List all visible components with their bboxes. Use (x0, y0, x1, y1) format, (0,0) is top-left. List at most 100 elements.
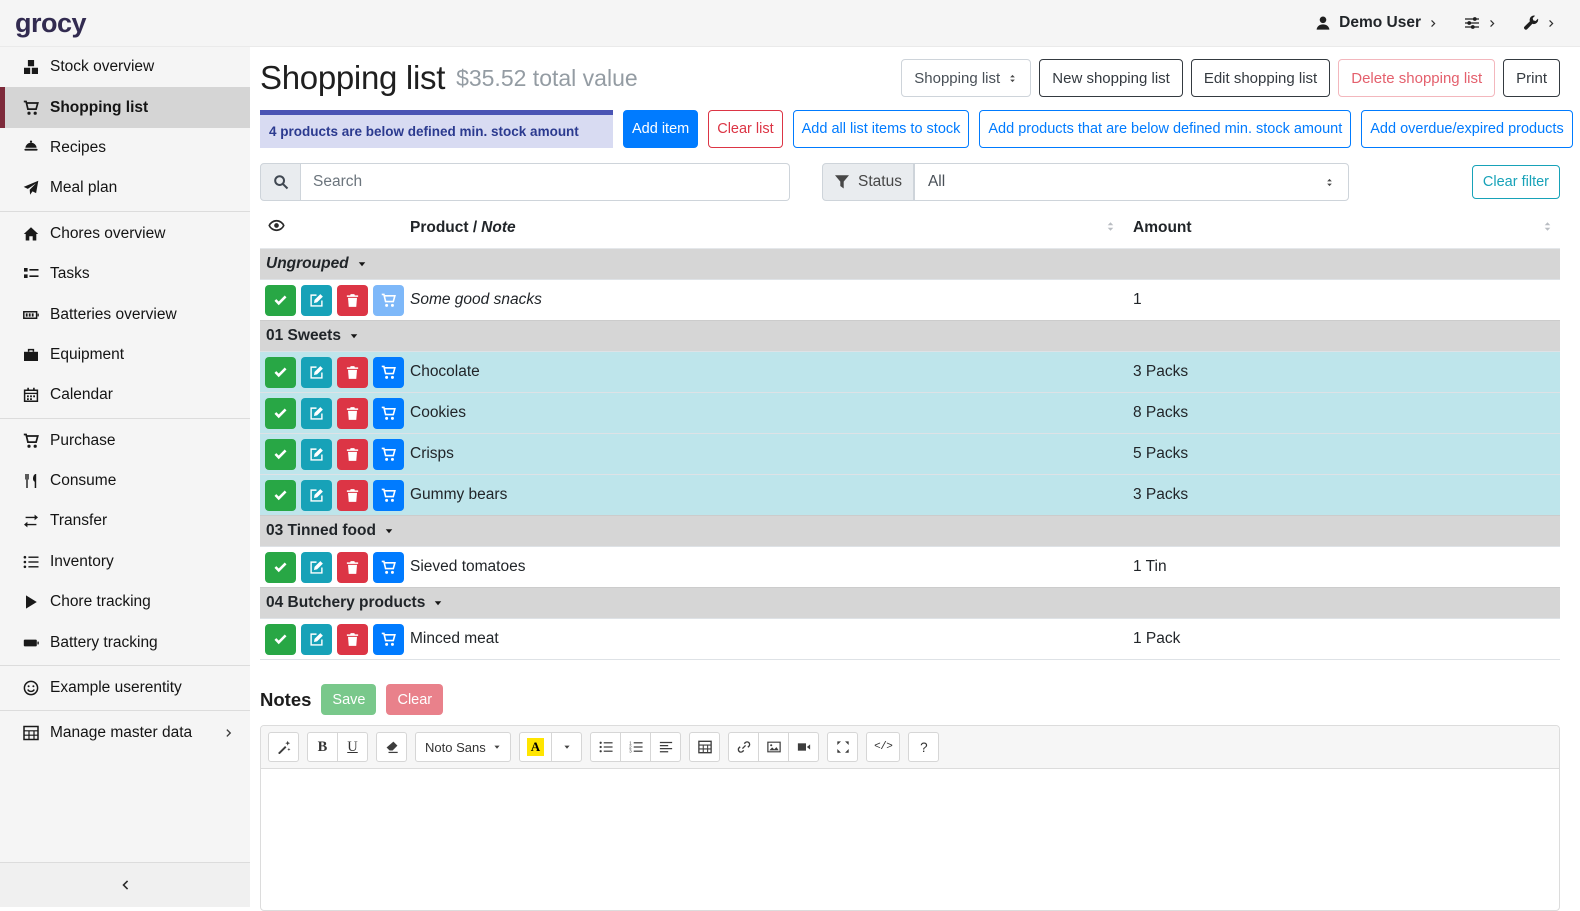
sidebar-item-stock-overview[interactable]: Stock overview (0, 47, 250, 87)
status-filter-label: Status (858, 173, 902, 191)
delete-shopping-list-button[interactable]: Delete shopping list (1338, 59, 1495, 97)
codeview-button[interactable]: </> (866, 732, 900, 762)
sidebar-item-tasks[interactable]: Tasks (0, 254, 250, 294)
notes-editor-content[interactable] (261, 769, 1559, 910)
sidebar-item-calendar[interactable]: Calendar (0, 375, 250, 415)
mark-item-done-button[interactable] (265, 357, 296, 388)
insert-link-button[interactable] (728, 732, 759, 762)
sidebar-item-manage-master-data[interactable]: Manage master data (0, 713, 250, 753)
add-to-stock-button[interactable] (373, 398, 404, 429)
delete-item-button[interactable] (337, 552, 368, 583)
search-input[interactable] (301, 163, 790, 201)
admin-menu[interactable] (1523, 15, 1556, 31)
user-menu[interactable]: Demo User (1315, 14, 1438, 32)
sidebar-item-batteries-overview[interactable]: Batteries overview (0, 294, 250, 334)
clear-list-button[interactable]: Clear list (708, 110, 782, 148)
sidebar-item-recipes[interactable]: Recipes (0, 128, 250, 168)
add-to-stock-button[interactable] (373, 480, 404, 511)
sidebar-item-consume[interactable]: Consume (0, 461, 250, 501)
unordered-list-button[interactable] (590, 732, 621, 762)
edit-shopping-list-button[interactable]: Edit shopping list (1191, 59, 1330, 97)
amount-column-header[interactable]: Amount (1123, 213, 1560, 249)
mark-item-done-button[interactable] (265, 624, 296, 655)
shopping-list-row: Minced meat1 Pack (260, 619, 1560, 660)
bold-button[interactable]: B (307, 732, 338, 762)
add-to-stock-button[interactable] (373, 285, 404, 316)
delete-item-button[interactable] (337, 285, 368, 316)
add-item-button[interactable]: Add item (623, 110, 698, 148)
edit-item-button[interactable] (301, 357, 332, 388)
edit-item-button[interactable] (301, 624, 332, 655)
paragraph-align-button[interactable] (650, 732, 681, 762)
edit-item-button[interactable] (301, 439, 332, 470)
font-color-button[interactable]: A (519, 732, 552, 762)
clear-formatting-button[interactable] (376, 732, 407, 762)
print-button[interactable]: Print (1503, 59, 1560, 97)
fullscreen-button[interactable] (827, 732, 858, 762)
product-group-header[interactable]: 04 Butchery products (260, 588, 1560, 619)
clear-filter-button[interactable]: Clear filter (1472, 165, 1560, 199)
save-notes-button[interactable]: Save (321, 684, 376, 715)
sidebar-item-equipment[interactable]: Equipment (0, 335, 250, 375)
insert-picture-button[interactable] (758, 732, 789, 762)
sidebar-item-shopping-list[interactable]: Shopping list (0, 87, 250, 127)
product-group-header[interactable]: 01 Sweets (260, 321, 1560, 352)
sidebar-item-inventory[interactable]: Inventory (0, 542, 250, 582)
grocy-logo[interactable]: grocy (0, 8, 250, 39)
edit-item-button[interactable] (301, 398, 332, 429)
sidebar-collapse-button[interactable] (0, 862, 250, 907)
sidebar-item-chore-tracking[interactable]: Chore tracking (0, 582, 250, 622)
magic-style-button[interactable] (268, 732, 299, 762)
add-to-stock-button[interactable] (373, 552, 404, 583)
add-to-stock-button[interactable] (373, 439, 404, 470)
sidebar-item-purchase[interactable]: Purchase (0, 421, 250, 461)
sidebar-item-transfer[interactable]: Transfer (0, 501, 250, 541)
sidebar-item-meal-plan[interactable]: Meal plan (0, 168, 250, 208)
delete-item-button[interactable] (337, 439, 368, 470)
delete-item-button[interactable] (337, 624, 368, 655)
eye-icon[interactable] (268, 217, 285, 234)
font-color-dropdown[interactable] (551, 732, 582, 762)
list-icon (20, 554, 42, 570)
insert-video-button[interactable] (788, 732, 819, 762)
ordered-list-button[interactable]: 123 (620, 732, 651, 762)
add-to-stock-button[interactable] (373, 624, 404, 655)
insert-table-button[interactable] (689, 732, 720, 762)
mark-item-done-button[interactable] (265, 552, 296, 583)
check-icon (273, 447, 288, 462)
new-shopping-list-button[interactable]: New shopping list (1039, 59, 1183, 97)
sort-icon (1541, 220, 1554, 233)
delete-item-button[interactable] (337, 398, 368, 429)
unordered-list-icon (599, 740, 613, 754)
add-to-stock-button[interactable] (373, 357, 404, 388)
sidebar-item-battery-tracking[interactable]: Battery tracking (0, 622, 250, 662)
sidebar-item-label: Equipment (50, 346, 124, 364)
product-column-header[interactable]: Product /Note (410, 213, 1123, 249)
underline-button[interactable]: U (337, 732, 368, 762)
settings-menu[interactable] (1464, 15, 1497, 31)
mark-item-done-button[interactable] (265, 439, 296, 470)
delete-item-button[interactable] (337, 480, 368, 511)
edit-item-button[interactable] (301, 285, 332, 316)
table-icon (20, 725, 42, 741)
status-filter-select[interactable]: All (914, 163, 1349, 201)
clear-notes-button[interactable]: Clear (386, 684, 443, 715)
mark-item-done-button[interactable] (265, 480, 296, 511)
add-overdue-button[interactable]: Add overdue/expired products (1361, 110, 1572, 148)
mark-item-done-button[interactable] (265, 285, 296, 316)
sidebar-item-chores-overview[interactable]: Chores overview (0, 214, 250, 254)
edit-item-button[interactable] (301, 480, 332, 511)
product-group-name: Ungrouped (266, 255, 349, 272)
min-stock-info[interactable]: 4 products are below defined min. stock … (260, 110, 613, 148)
add-below-min-stock-button[interactable]: Add products that are below defined min.… (979, 110, 1351, 148)
mark-item-done-button[interactable] (265, 398, 296, 429)
delete-item-button[interactable] (337, 357, 368, 388)
sidebar-item-example-userentity[interactable]: Example userentity (0, 668, 250, 708)
product-group-header[interactable]: 03 Tinned food (260, 516, 1560, 547)
help-button[interactable]: ? (908, 732, 939, 762)
font-family-dropdown[interactable]: Noto Sans (415, 732, 511, 762)
shopping-list-select[interactable]: Shopping list (901, 59, 1031, 97)
add-all-to-stock-button[interactable]: Add all list items to stock (793, 110, 970, 148)
edit-item-button[interactable] (301, 552, 332, 583)
product-group-header[interactable]: Ungrouped (260, 249, 1560, 280)
